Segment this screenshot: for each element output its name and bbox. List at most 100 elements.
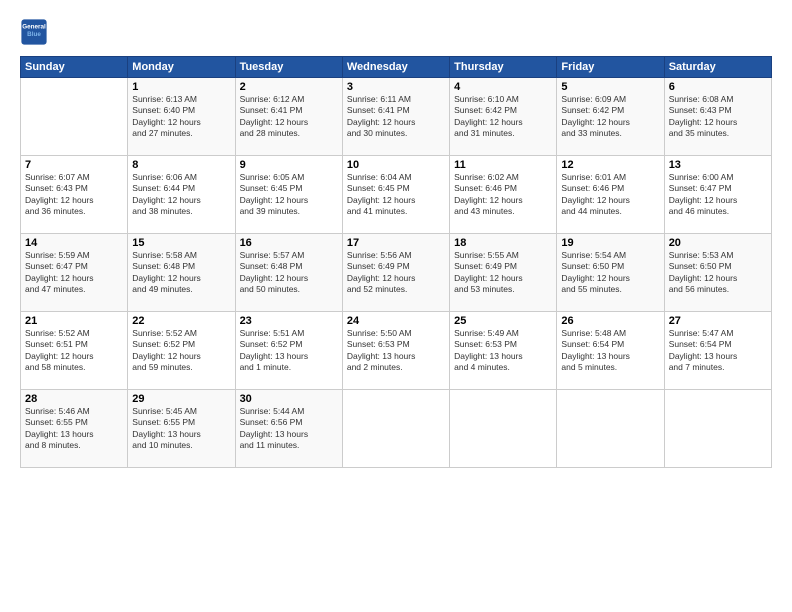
day-cell	[21, 78, 128, 156]
day-cell	[450, 390, 557, 468]
weekday-header-monday: Monday	[128, 57, 235, 78]
day-number: 23	[240, 315, 338, 327]
day-info: Sunrise: 6:05 AM Sunset: 6:45 PM Dayligh…	[240, 172, 338, 218]
day-info: Sunrise: 5:55 AM Sunset: 6:49 PM Dayligh…	[454, 250, 552, 296]
day-number: 11	[454, 159, 552, 171]
logo-icon: General Blue	[20, 18, 48, 46]
weekday-header-wednesday: Wednesday	[342, 57, 449, 78]
day-cell: 4Sunrise: 6:10 AM Sunset: 6:42 PM Daylig…	[450, 78, 557, 156]
day-info: Sunrise: 6:04 AM Sunset: 6:45 PM Dayligh…	[347, 172, 445, 218]
day-cell: 13Sunrise: 6:00 AM Sunset: 6:47 PM Dayli…	[664, 156, 771, 234]
weekday-header-thursday: Thursday	[450, 57, 557, 78]
day-cell: 28Sunrise: 5:46 AM Sunset: 6:55 PM Dayli…	[21, 390, 128, 468]
day-cell: 22Sunrise: 5:52 AM Sunset: 6:52 PM Dayli…	[128, 312, 235, 390]
day-number: 16	[240, 237, 338, 249]
day-info: Sunrise: 5:47 AM Sunset: 6:54 PM Dayligh…	[669, 328, 767, 374]
day-cell: 11Sunrise: 6:02 AM Sunset: 6:46 PM Dayli…	[450, 156, 557, 234]
day-info: Sunrise: 6:08 AM Sunset: 6:43 PM Dayligh…	[669, 94, 767, 140]
day-number: 10	[347, 159, 445, 171]
day-info: Sunrise: 6:02 AM Sunset: 6:46 PM Dayligh…	[454, 172, 552, 218]
day-info: Sunrise: 6:09 AM Sunset: 6:42 PM Dayligh…	[561, 94, 659, 140]
day-info: Sunrise: 6:10 AM Sunset: 6:42 PM Dayligh…	[454, 94, 552, 140]
day-info: Sunrise: 5:52 AM Sunset: 6:51 PM Dayligh…	[25, 328, 123, 374]
weekday-header-sunday: Sunday	[21, 57, 128, 78]
day-info: Sunrise: 5:45 AM Sunset: 6:55 PM Dayligh…	[132, 406, 230, 452]
day-number: 28	[25, 393, 123, 405]
day-info: Sunrise: 5:46 AM Sunset: 6:55 PM Dayligh…	[25, 406, 123, 452]
day-info: Sunrise: 5:57 AM Sunset: 6:48 PM Dayligh…	[240, 250, 338, 296]
day-info: Sunrise: 5:49 AM Sunset: 6:53 PM Dayligh…	[454, 328, 552, 374]
day-info: Sunrise: 5:56 AM Sunset: 6:49 PM Dayligh…	[347, 250, 445, 296]
week-row-1: 7Sunrise: 6:07 AM Sunset: 6:43 PM Daylig…	[21, 156, 772, 234]
day-cell: 8Sunrise: 6:06 AM Sunset: 6:44 PM Daylig…	[128, 156, 235, 234]
day-info: Sunrise: 6:00 AM Sunset: 6:47 PM Dayligh…	[669, 172, 767, 218]
week-row-2: 14Sunrise: 5:59 AM Sunset: 6:47 PM Dayli…	[21, 234, 772, 312]
day-info: Sunrise: 5:53 AM Sunset: 6:50 PM Dayligh…	[669, 250, 767, 296]
day-cell: 27Sunrise: 5:47 AM Sunset: 6:54 PM Dayli…	[664, 312, 771, 390]
day-cell: 30Sunrise: 5:44 AM Sunset: 6:56 PM Dayli…	[235, 390, 342, 468]
day-number: 8	[132, 159, 230, 171]
day-cell: 15Sunrise: 5:58 AM Sunset: 6:48 PM Dayli…	[128, 234, 235, 312]
day-cell: 6Sunrise: 6:08 AM Sunset: 6:43 PM Daylig…	[664, 78, 771, 156]
day-cell: 12Sunrise: 6:01 AM Sunset: 6:46 PM Dayli…	[557, 156, 664, 234]
calendar-table: SundayMondayTuesdayWednesdayThursdayFrid…	[20, 56, 772, 468]
day-number: 6	[669, 81, 767, 93]
svg-text:General: General	[22, 24, 46, 31]
day-cell: 21Sunrise: 5:52 AM Sunset: 6:51 PM Dayli…	[21, 312, 128, 390]
day-number: 26	[561, 315, 659, 327]
day-info: Sunrise: 5:52 AM Sunset: 6:52 PM Dayligh…	[132, 328, 230, 374]
day-number: 18	[454, 237, 552, 249]
day-cell	[342, 390, 449, 468]
day-cell: 19Sunrise: 5:54 AM Sunset: 6:50 PM Dayli…	[557, 234, 664, 312]
day-number: 24	[347, 315, 445, 327]
day-info: Sunrise: 6:06 AM Sunset: 6:44 PM Dayligh…	[132, 172, 230, 218]
day-number: 13	[669, 159, 767, 171]
logo: General Blue	[20, 18, 52, 46]
day-cell: 3Sunrise: 6:11 AM Sunset: 6:41 PM Daylig…	[342, 78, 449, 156]
day-number: 22	[132, 315, 230, 327]
day-cell: 14Sunrise: 5:59 AM Sunset: 6:47 PM Dayli…	[21, 234, 128, 312]
day-info: Sunrise: 5:44 AM Sunset: 6:56 PM Dayligh…	[240, 406, 338, 452]
day-cell: 25Sunrise: 5:49 AM Sunset: 6:53 PM Dayli…	[450, 312, 557, 390]
day-number: 12	[561, 159, 659, 171]
day-number: 5	[561, 81, 659, 93]
weekday-header-friday: Friday	[557, 57, 664, 78]
day-cell: 20Sunrise: 5:53 AM Sunset: 6:50 PM Dayli…	[664, 234, 771, 312]
day-number: 30	[240, 393, 338, 405]
header: General Blue	[20, 18, 772, 46]
day-number: 25	[454, 315, 552, 327]
day-cell: 2Sunrise: 6:12 AM Sunset: 6:41 PM Daylig…	[235, 78, 342, 156]
day-number: 2	[240, 81, 338, 93]
day-cell: 9Sunrise: 6:05 AM Sunset: 6:45 PM Daylig…	[235, 156, 342, 234]
weekday-header-row: SundayMondayTuesdayWednesdayThursdayFrid…	[21, 57, 772, 78]
day-cell: 23Sunrise: 5:51 AM Sunset: 6:52 PM Dayli…	[235, 312, 342, 390]
day-info: Sunrise: 5:48 AM Sunset: 6:54 PM Dayligh…	[561, 328, 659, 374]
day-info: Sunrise: 5:58 AM Sunset: 6:48 PM Dayligh…	[132, 250, 230, 296]
day-number: 1	[132, 81, 230, 93]
day-cell: 18Sunrise: 5:55 AM Sunset: 6:49 PM Dayli…	[450, 234, 557, 312]
day-cell: 16Sunrise: 5:57 AM Sunset: 6:48 PM Dayli…	[235, 234, 342, 312]
day-number: 4	[454, 81, 552, 93]
day-info: Sunrise: 5:51 AM Sunset: 6:52 PM Dayligh…	[240, 328, 338, 374]
day-info: Sunrise: 5:59 AM Sunset: 6:47 PM Dayligh…	[25, 250, 123, 296]
week-row-0: 1Sunrise: 6:13 AM Sunset: 6:40 PM Daylig…	[21, 78, 772, 156]
day-info: Sunrise: 6:12 AM Sunset: 6:41 PM Dayligh…	[240, 94, 338, 140]
day-cell: 10Sunrise: 6:04 AM Sunset: 6:45 PM Dayli…	[342, 156, 449, 234]
day-cell: 26Sunrise: 5:48 AM Sunset: 6:54 PM Dayli…	[557, 312, 664, 390]
day-info: Sunrise: 6:13 AM Sunset: 6:40 PM Dayligh…	[132, 94, 230, 140]
week-row-3: 21Sunrise: 5:52 AM Sunset: 6:51 PM Dayli…	[21, 312, 772, 390]
day-number: 19	[561, 237, 659, 249]
day-number: 17	[347, 237, 445, 249]
svg-text:Blue: Blue	[27, 31, 41, 38]
day-number: 14	[25, 237, 123, 249]
day-info: Sunrise: 6:01 AM Sunset: 6:46 PM Dayligh…	[561, 172, 659, 218]
day-info: Sunrise: 6:11 AM Sunset: 6:41 PM Dayligh…	[347, 94, 445, 140]
day-cell	[664, 390, 771, 468]
day-number: 9	[240, 159, 338, 171]
day-cell: 1Sunrise: 6:13 AM Sunset: 6:40 PM Daylig…	[128, 78, 235, 156]
day-number: 21	[25, 315, 123, 327]
day-number: 3	[347, 81, 445, 93]
day-info: Sunrise: 6:07 AM Sunset: 6:43 PM Dayligh…	[25, 172, 123, 218]
day-number: 29	[132, 393, 230, 405]
day-number: 27	[669, 315, 767, 327]
